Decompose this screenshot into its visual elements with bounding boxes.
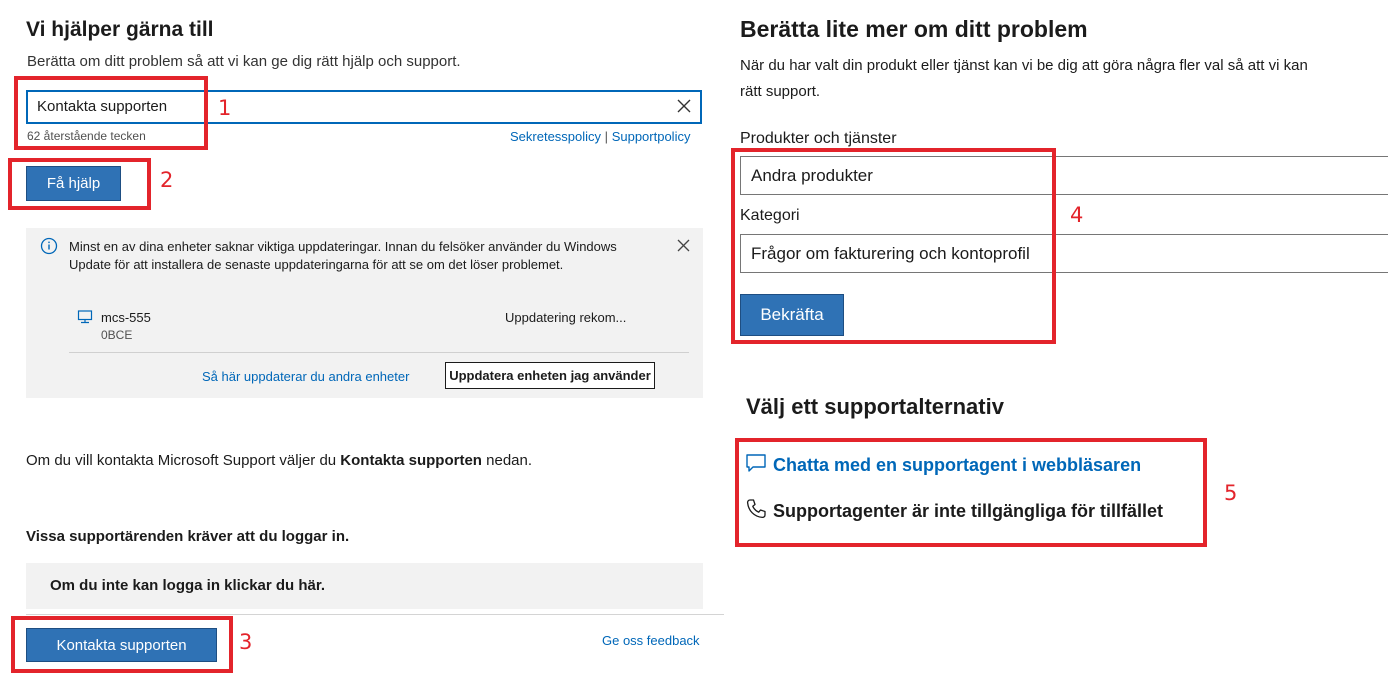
page-subtitle: Berätta om ditt problem så att vi kan ge…: [27, 53, 461, 70]
contact-info-text: Om du vill kontakta Microsoft Support vä…: [26, 451, 556, 471]
annotation-box-2: [8, 158, 151, 210]
contact-info-bold: Kontakta supporten: [340, 452, 482, 469]
annotation-box-3: [11, 616, 233, 673]
annotation-number-4: 4: [1070, 203, 1084, 227]
divider: [26, 614, 724, 615]
annotation-number-5: 5: [1224, 481, 1238, 505]
divider: [69, 352, 689, 353]
annotation-box-5: [735, 438, 1207, 547]
description-line-1: När du har valt din produkt eller tjänst…: [740, 57, 1308, 74]
device-name: mcs-555: [101, 310, 151, 325]
computer-icon: [77, 310, 93, 324]
info-icon: [40, 237, 58, 255]
problem-section-title: Berätta lite mer om ditt problem: [740, 16, 1088, 42]
policy-separator: |: [604, 129, 609, 144]
contact-info-prefix: Om du vill kontakta Microsoft Support vä…: [26, 452, 341, 469]
update-device-button[interactable]: Uppdatera enheten jag använder: [445, 362, 655, 389]
products-label: Produkter och tjänster: [740, 130, 897, 147]
policy-links: Sekretesspolicy | Supportpolicy: [510, 129, 690, 144]
support-options-title: Välj ett supportalternativ: [746, 394, 1004, 419]
annotation-box-1: [14, 76, 208, 150]
privacy-policy-link[interactable]: Sekretesspolicy: [510, 129, 601, 144]
close-icon[interactable]: [674, 96, 694, 116]
signin-required-text: Vissa supportärenden kräver att du logga…: [26, 528, 350, 545]
update-status: Uppdatering rekom...: [505, 310, 627, 325]
update-other-devices-link[interactable]: Så här uppdaterar du andra enheter: [202, 369, 409, 384]
annotation-number-2: 2: [160, 168, 174, 192]
annotation-number-3: 3: [239, 630, 253, 654]
annotation-number-1: 1: [218, 96, 232, 120]
signin-help-text[interactable]: Om du inte kan logga in klickar du här.: [50, 577, 325, 594]
feedback-link[interactable]: Ge oss feedback: [602, 633, 700, 648]
description-line-2: rätt support.: [740, 83, 821, 100]
annotation-box-4: [731, 148, 1056, 344]
contact-info-suffix: nedan.: [481, 452, 533, 469]
update-notice-message: Minst en av dina enheter saknar viktiga …: [69, 239, 617, 272]
device-id: 0BCE: [101, 328, 133, 342]
support-policy-link[interactable]: Supportpolicy: [612, 129, 691, 144]
page-title: Vi hjälper gärna till: [26, 18, 214, 41]
close-icon[interactable]: [675, 237, 692, 254]
problem-section-description: När du har valt din produkt eller tjänst…: [740, 53, 1388, 105]
